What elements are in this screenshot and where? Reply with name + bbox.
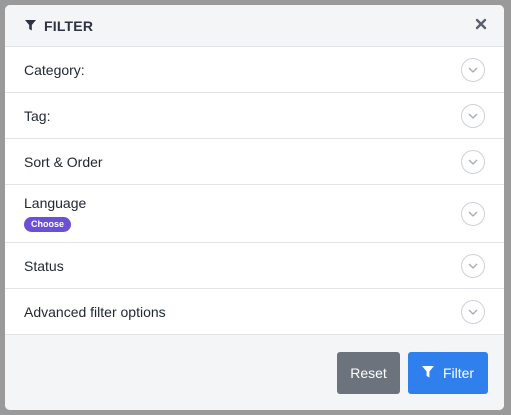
expand-toggle-category[interactable] (461, 57, 485, 82)
filter-row-left: Status (24, 258, 64, 274)
filter-row-left: Category: (24, 62, 85, 78)
choose-badge[interactable]: Choose (24, 217, 72, 232)
chevron-down-icon (467, 303, 479, 321)
chevron-down-icon (467, 205, 479, 223)
expand-toggle-status[interactable] (461, 253, 485, 278)
close-button[interactable] (472, 17, 490, 35)
filter-label-tag: Tag: (24, 107, 51, 124)
filter-row-left: Language Choose (24, 195, 86, 232)
modal-title: FILTER (25, 18, 472, 34)
filter-row-advanced[interactable]: Advanced filter options (5, 289, 504, 335)
expand-toggle-language[interactable] (461, 201, 485, 226)
filter-row-sort-order[interactable]: Sort & Order (5, 139, 504, 185)
filter-row-status[interactable]: Status (5, 243, 504, 289)
apply-filter-button[interactable]: Filter (408, 351, 488, 394)
expand-toggle-tag[interactable] (461, 103, 485, 128)
expand-toggle-sort-order[interactable] (461, 149, 485, 174)
funnel-icon (25, 20, 36, 31)
filter-label-status: Status (24, 257, 64, 274)
filter-modal: FILTER Category: Tag: Sort & Order Langu… (5, 5, 504, 410)
modal-header: FILTER (5, 5, 504, 47)
chevron-down-icon (467, 61, 479, 79)
chevron-down-icon (467, 257, 479, 275)
chevron-down-icon (467, 153, 479, 171)
filter-label-advanced: Advanced filter options (24, 303, 166, 320)
expand-toggle-advanced[interactable] (461, 299, 485, 324)
modal-title-text: FILTER (44, 17, 94, 34)
modal-footer: Reset Filter (5, 335, 504, 410)
filter-row-language[interactable]: Language Choose (5, 185, 504, 243)
filter-label-language: Language (24, 195, 87, 211)
funnel-icon (421, 365, 434, 381)
reset-button[interactable]: Reset (337, 351, 400, 394)
close-icon (475, 17, 487, 35)
chevron-down-icon (467, 107, 479, 125)
filter-row-left: Sort & Order (24, 154, 103, 170)
filter-row-left: Tag: (24, 108, 50, 124)
filter-label-sort-order: Sort & Order (24, 153, 103, 170)
filter-row-category[interactable]: Category: (5, 47, 504, 93)
apply-filter-button-label: Filter (442, 364, 475, 381)
filter-row-left: Advanced filter options (24, 304, 166, 320)
filter-label-category: Category: (24, 61, 85, 78)
filter-row-tag[interactable]: Tag: (5, 93, 504, 139)
reset-button-label: Reset (350, 364, 387, 381)
filter-list: Category: Tag: Sort & Order Language Cho… (5, 47, 504, 335)
